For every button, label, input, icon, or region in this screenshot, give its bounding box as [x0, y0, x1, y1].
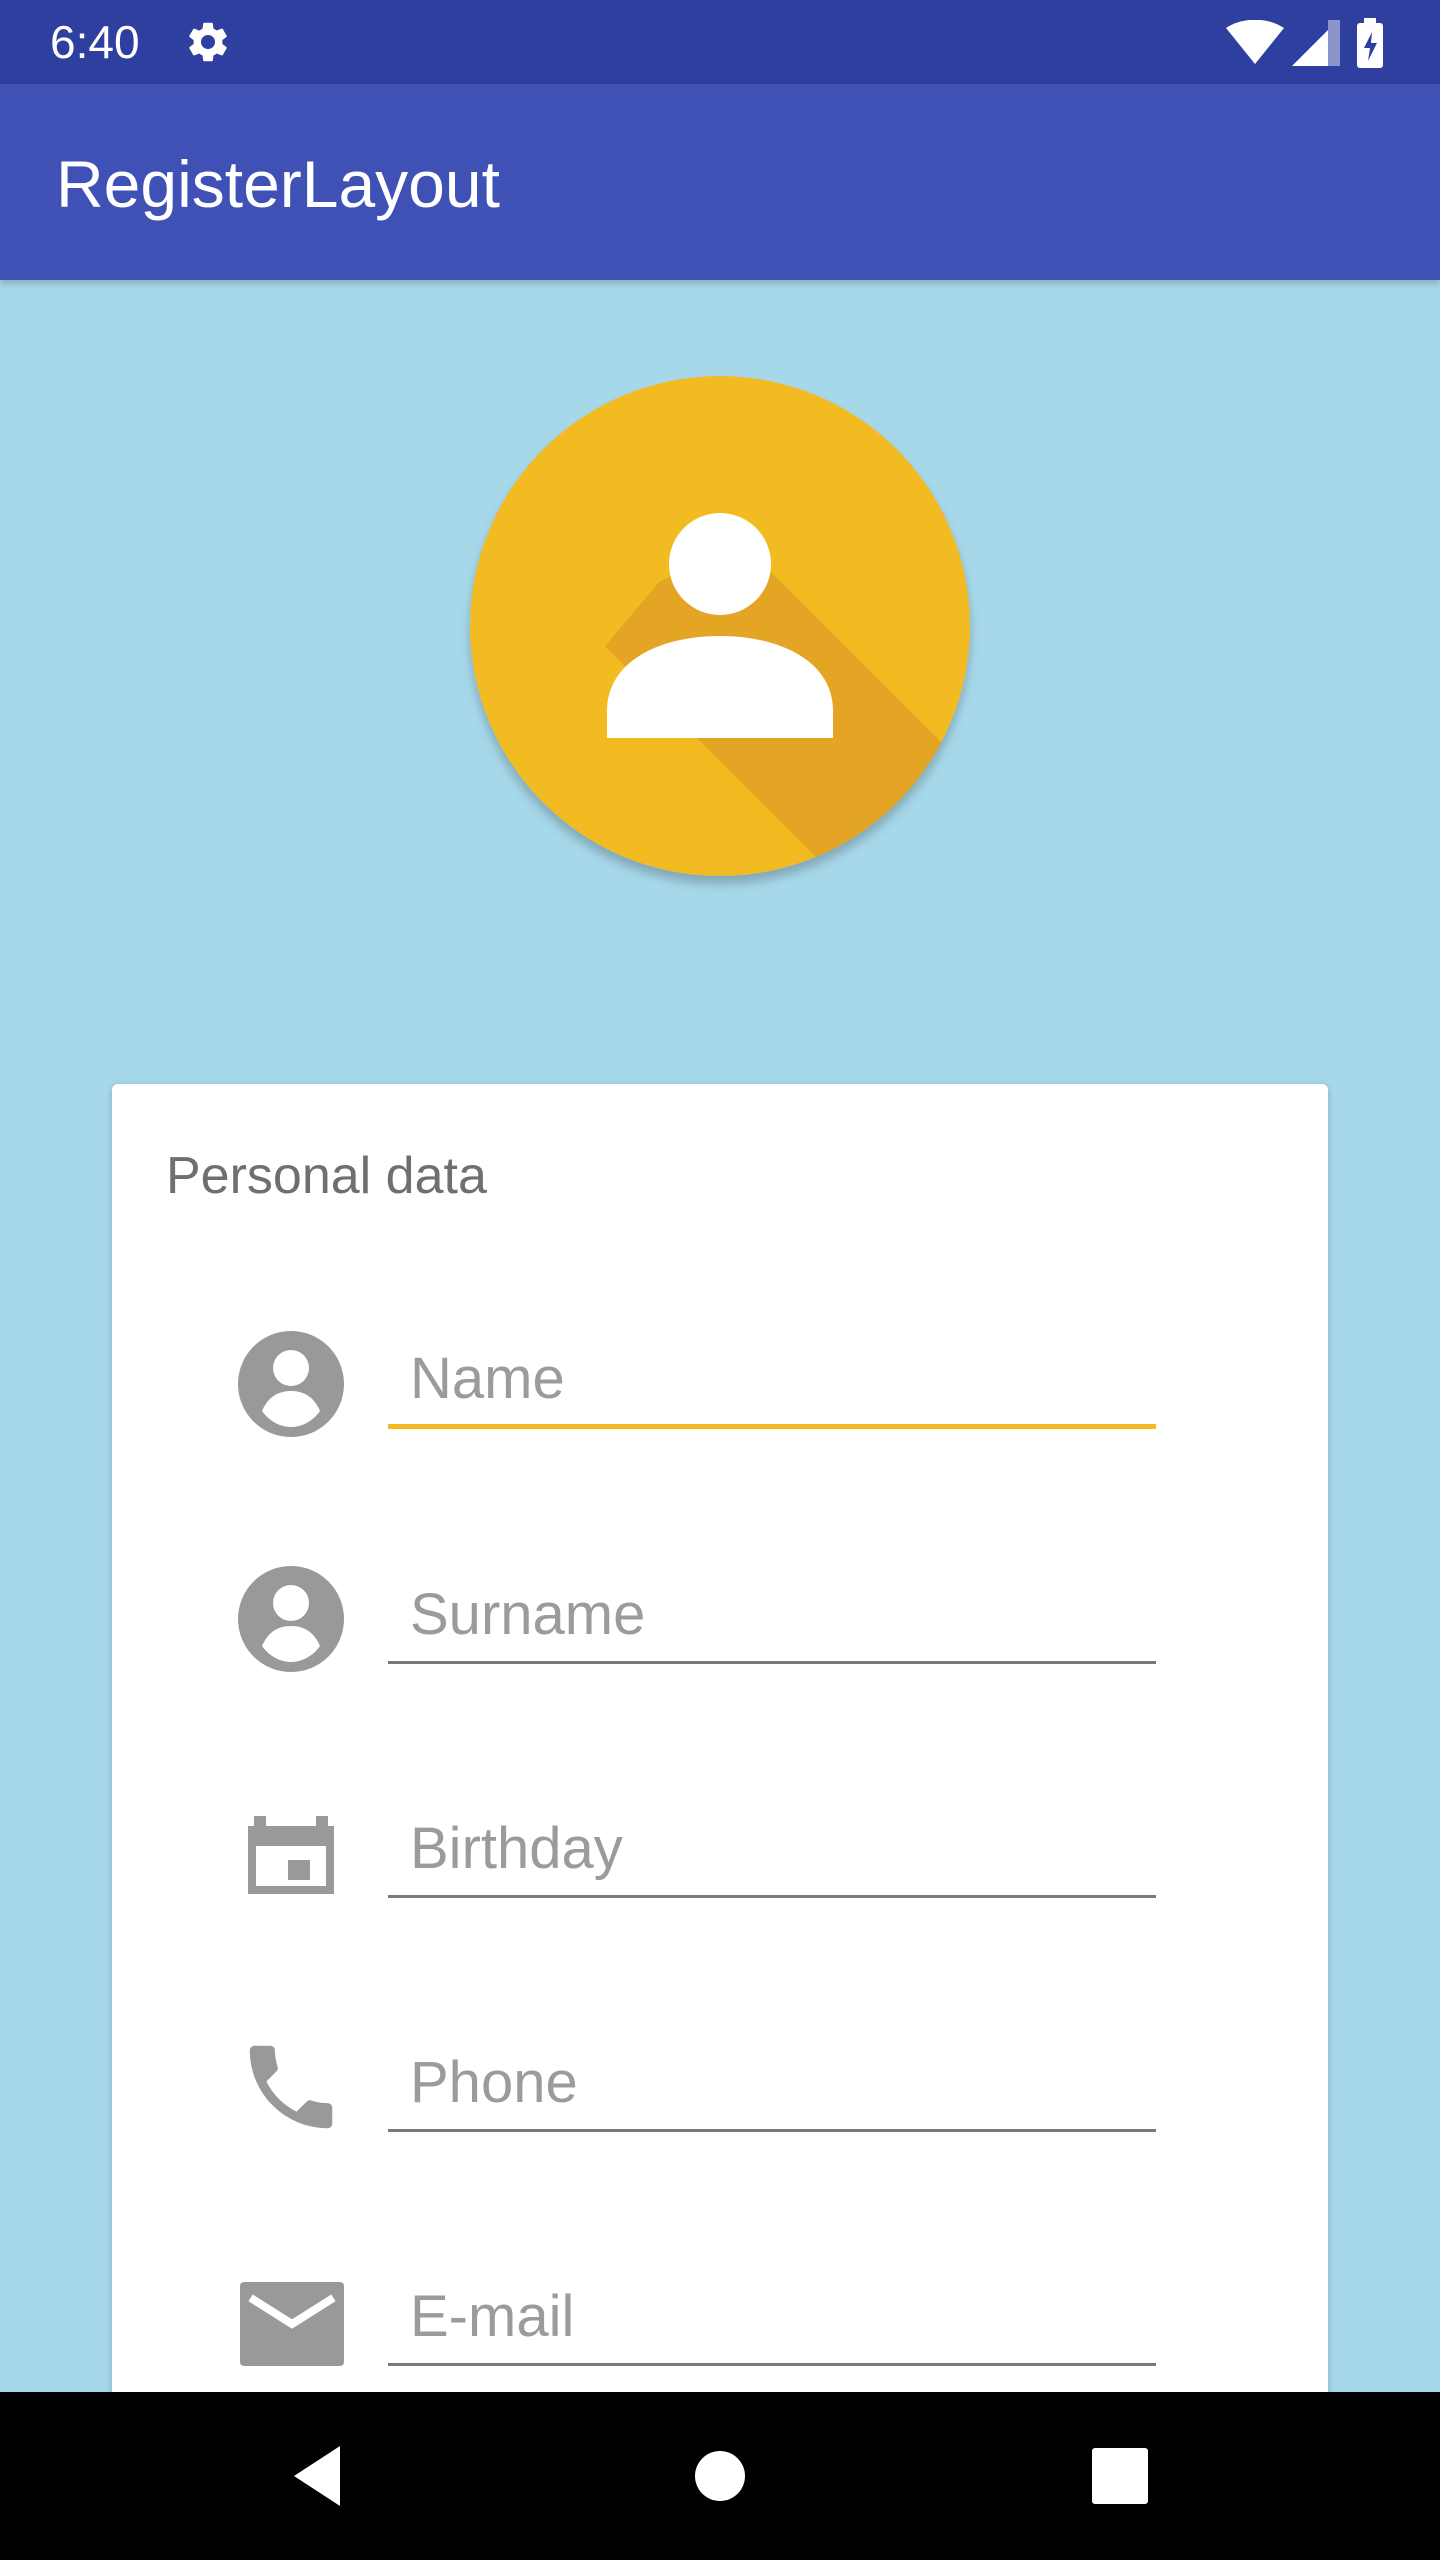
calendar-icon [248, 1816, 334, 1894]
email-row [236, 2266, 1276, 2386]
personal-data-title: Personal data [166, 1147, 487, 1205]
settings-icon [189, 22, 227, 62]
wifi-icon [1226, 20, 1284, 64]
birthday-input[interactable] [388, 1812, 1156, 1898]
birthday-row [236, 1798, 1276, 1918]
status-icons [1226, 18, 1396, 68]
phone-input[interactable] [388, 2046, 1156, 2132]
account-circle-icon [238, 1331, 344, 1437]
name-input[interactable] [388, 1343, 1156, 1429]
account-circle-icon [238, 1566, 344, 1672]
register-layout-screen: 6:40 RegisterLayout Personal data Name S… [0, 0, 1440, 2560]
email-input[interactable] [388, 2280, 1156, 2366]
app-bar: RegisterLayout [0, 84, 1440, 280]
app-title: RegisterLayout [56, 147, 500, 221]
navigation-bar [0, 2392, 1440, 2560]
phone-icon [249, 2045, 333, 2129]
signal-icon [1292, 20, 1340, 66]
recent-apps-icon[interactable] [1080, 2436, 1160, 2516]
person-avatar-icon [470, 376, 970, 876]
phone-row [236, 2032, 1276, 2152]
personal-data-card: Personal data [112, 1084, 1328, 2560]
name-row [236, 1329, 1276, 1449]
surname-input[interactable] [388, 1578, 1156, 1664]
mail-icon [240, 2282, 344, 2366]
back-icon[interactable] [280, 2436, 360, 2516]
status-time: 6:40 [50, 16, 140, 68]
battery-charging-icon [1357, 18, 1383, 68]
status-bar: 6:40 [0, 0, 1440, 84]
home-icon[interactable] [680, 2436, 760, 2516]
surname-row [236, 1564, 1276, 1684]
avatar[interactable] [470, 376, 970, 876]
